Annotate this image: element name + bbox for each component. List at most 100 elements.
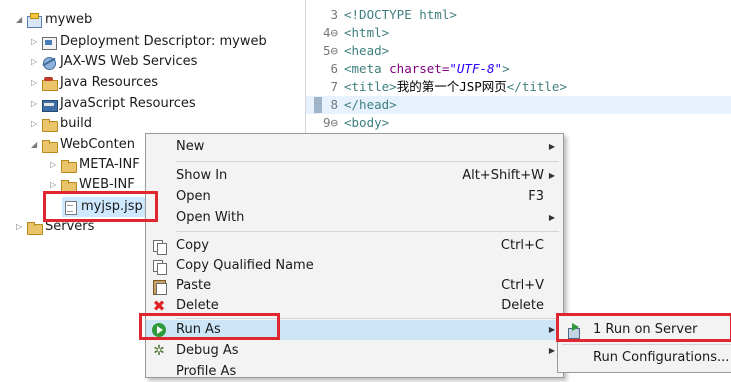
menu-item-paste[interactable]: Paste Ctrl+V — [146, 276, 563, 296]
expand-arrow-icon[interactable]: ▷ — [31, 73, 41, 93]
code-tag: <html> — [344, 25, 390, 40]
menu-shortcut: F3 — [528, 189, 544, 204]
expand-arrow-icon[interactable]: ▷ — [50, 155, 60, 175]
expand-arrow-icon[interactable]: ▷ — [31, 94, 41, 114]
tree-item-webcontent[interactable]: ◢ WebConten — [31, 135, 135, 155]
menu-item-open-with[interactable]: Open With ▶ — [146, 208, 563, 228]
tree-item-java-resources[interactable]: ▷ Java Resources — [31, 73, 158, 93]
code-line-current: 8 </head> — [306, 96, 731, 114]
menu-shortcut: Ctrl+V — [501, 278, 544, 293]
code-attr: charset= — [389, 61, 450, 76]
menu-item-copy-qualified-name[interactable]: Copy Qualified Name — [146, 256, 563, 276]
run-on-server-icon — [566, 322, 582, 339]
tree-item-label: META-INF — [79, 157, 140, 172]
menu-item-label: Paste — [176, 278, 212, 293]
code-text: 我的第一个JSP网页 — [396, 79, 507, 94]
folder-icon — [41, 135, 58, 155]
menu-item-profile-as[interactable]: Profile As — [146, 362, 563, 382]
menu-item-label: Delete — [176, 298, 219, 313]
menu-item-run-as[interactable]: Run As ▶ — [146, 320, 563, 340]
copy-icon — [151, 238, 167, 255]
line-number: 6 — [330, 61, 338, 76]
code-text: <!DOCTYPE html> — [344, 7, 457, 22]
tree-item-web-inf[interactable]: ▷ WEB-INF — [50, 175, 135, 195]
tree-item-deployment-descriptor[interactable]: ▷ Deployment Descriptor: myweb — [31, 32, 267, 52]
code-tag: </title> — [506, 79, 567, 94]
javascript-resources-icon — [41, 94, 58, 114]
menu-item-show-in[interactable]: Show In Alt+Shift+W ▶ — [146, 166, 563, 186]
menu-item-debug-as[interactable]: ✲ Debug As ▶ — [146, 341, 563, 361]
run-icon — [151, 322, 167, 338]
tree-item-build[interactable]: ▷ build — [31, 114, 92, 134]
code-line: 5⊖ <head> — [306, 42, 731, 60]
collapse-arrow-icon[interactable]: ◢ — [16, 10, 26, 30]
code-tag: > — [502, 61, 510, 76]
folder-icon — [60, 155, 77, 175]
code-line: 4⊖ <html> — [306, 24, 731, 42]
tree-item-label: Java Resources — [60, 75, 158, 90]
submenu-item-label: 1 Run on Server — [593, 322, 698, 337]
collapse-arrow-icon[interactable]: ◢ — [31, 135, 41, 155]
expand-arrow-icon[interactable]: ▷ — [31, 114, 41, 134]
folder-icon — [60, 175, 77, 195]
submenu-arrow-icon: ▶ — [548, 346, 555, 355]
tree-item-meta-inf[interactable]: ▷ META-INF — [50, 155, 140, 175]
menu-shortcut: Delete — [501, 298, 544, 313]
paste-icon — [151, 278, 167, 295]
run-as-submenu: 1 Run on Server Run Configurations... — [557, 313, 731, 373]
submenu-arrow-icon: ▶ — [548, 213, 555, 222]
expand-arrow-icon[interactable]: ▷ — [16, 217, 26, 237]
tree-item-label: build — [60, 116, 92, 131]
code-tag: <head> — [344, 43, 390, 58]
submenu-item-run-configurations[interactable]: Run Configurations... — [558, 347, 731, 369]
menu-item-open[interactable]: Open F3 — [146, 187, 563, 207]
code-string: "UTF-8" — [449, 61, 503, 76]
menu-item-label: Open — [176, 189, 211, 204]
tree-item-label: myweb — [45, 12, 93, 27]
menu-separator — [176, 318, 559, 319]
menu-item-label: Debug As — [176, 343, 239, 358]
tree-item-label: Deployment Descriptor: myweb — [60, 34, 267, 49]
change-marker — [314, 97, 322, 113]
folder-icon — [26, 217, 43, 237]
menu-item-new[interactable]: New ▶ — [146, 137, 563, 157]
tree-item-label: JAX-WS Web Services — [60, 54, 198, 69]
line-number: 9⊖ — [322, 115, 338, 130]
line-number: 4⊖ — [322, 25, 338, 40]
menu-item-copy[interactable]: Copy Ctrl+C — [146, 236, 563, 256]
tree-item-myweb[interactable]: ◢ myweb — [16, 10, 92, 30]
menu-shortcut: Alt+Shift+W — [462, 168, 544, 183]
menu-item-label: Open With — [176, 210, 245, 225]
copy-qualified-icon — [151, 258, 167, 275]
tree-item-servers[interactable]: ▷ Servers — [16, 217, 94, 237]
delete-icon: ✖ — [152, 297, 166, 315]
submenu-arrow-icon: ▶ — [548, 171, 555, 180]
submenu-arrow-icon: ▶ — [548, 142, 555, 151]
code-line: 7 <title>我的第一个JSP网页</title> — [306, 78, 731, 96]
menu-item-label: Run As — [176, 322, 221, 337]
submenu-item-run-on-server[interactable]: 1 Run on Server — [558, 319, 731, 341]
code-tag: <title> — [344, 79, 397, 94]
web-project-icon — [26, 10, 42, 30]
tree-item-jaxws[interactable]: ▷ JAX-WS Web Services — [31, 52, 197, 72]
jsp-file-icon — [62, 197, 78, 217]
tree-item-javascript-resources[interactable]: ▷ JavaScript Resources — [31, 94, 196, 114]
menu-item-delete[interactable]: ✖ Delete Delete — [146, 296, 563, 316]
expand-arrow-icon[interactable]: ▷ — [50, 175, 60, 195]
menu-shortcut: Ctrl+C — [500, 238, 544, 253]
line-number: 3 — [330, 7, 338, 22]
menu-separator — [562, 344, 731, 345]
menu-item-label: Show In — [176, 168, 228, 183]
tree-item-myjsp[interactable]: myjsp.jsp — [62, 197, 149, 217]
tree-item-label: myjsp.jsp — [81, 199, 143, 214]
menu-item-label: New — [176, 139, 205, 154]
java-resources-icon — [41, 73, 58, 93]
code-line: 9⊖ <body> — [306, 114, 731, 132]
debug-icon: ✲ — [153, 343, 165, 359]
code-line: 3 <!DOCTYPE html> — [306, 6, 731, 24]
code-tag: </head> — [344, 97, 397, 112]
expand-arrow-icon[interactable]: ▷ — [31, 52, 41, 72]
expand-arrow-icon[interactable]: ▷ — [31, 32, 41, 52]
tree-item-label: JavaScript Resources — [60, 96, 196, 111]
submenu-arrow-icon: ▶ — [548, 325, 555, 334]
